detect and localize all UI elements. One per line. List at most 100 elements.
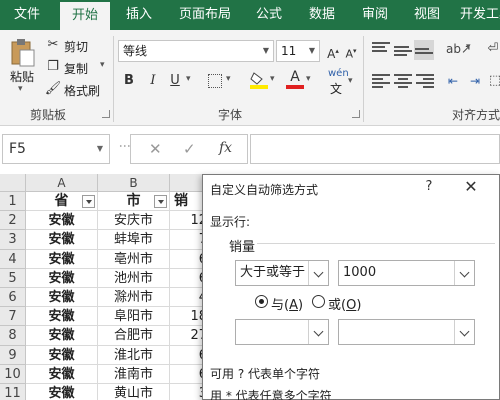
filter-dropdown-icon[interactable] — [82, 195, 95, 208]
column-header-a[interactable]: A — [26, 174, 98, 192]
row-header[interactable]: 5 — [0, 268, 26, 288]
font-color-icon[interactable]: A — [286, 70, 304, 90]
cell-province[interactable]: 安徽 — [26, 345, 98, 365]
row-header[interactable]: 2 — [0, 211, 26, 231]
and-radio-label[interactable]: 与(A) — [271, 294, 303, 313]
italic-button[interactable]: I — [144, 72, 162, 90]
fill-dropdown-icon[interactable]: ▾ — [270, 74, 275, 84]
border-icon[interactable] — [208, 74, 222, 88]
cell-city[interactable]: 淮南市 — [98, 364, 170, 384]
filter-dropdown-icon[interactable] — [154, 195, 167, 208]
phonetic-wen-label: wén — [328, 68, 349, 79]
cell-province[interactable]: 安徽 — [26, 307, 98, 327]
decrease-indent-icon[interactable]: ⇤ — [444, 72, 462, 90]
wrap-text-icon[interactable]: ⏎ — [484, 40, 500, 58]
cancel-icon[interactable]: ✕ — [149, 140, 162, 158]
grow-font-icon[interactable]: A▴ — [324, 42, 342, 61]
font-name-select[interactable]: 等线 ▼ — [118, 40, 274, 62]
phonetic-icon[interactable]: 文 — [330, 80, 342, 97]
cell-city[interactable]: 蚌埠市 — [98, 230, 170, 250]
row-header[interactable]: 1 — [0, 192, 26, 212]
cell-city[interactable]: 安庆市 — [98, 211, 170, 231]
cell-province[interactable]: 安徽 — [26, 211, 98, 231]
or-radio-label[interactable]: 或(O) — [328, 294, 361, 313]
cell-province[interactable]: 安徽 — [26, 364, 98, 384]
clipboard-launcher-icon[interactable] — [102, 110, 110, 118]
cell-province[interactable]: 安徽 — [26, 230, 98, 250]
font-color-dropdown-icon[interactable]: ▾ — [306, 74, 311, 84]
fill-color-icon[interactable] — [250, 70, 268, 90]
cell-city[interactable]: 合肥市 — [98, 326, 170, 346]
merge-center-icon[interactable]: ⬚ — [486, 72, 500, 90]
row-header[interactable]: 11 — [0, 384, 26, 400]
border-dropdown-icon[interactable]: ▾ — [226, 74, 231, 84]
align-left-icon[interactable] — [372, 74, 390, 88]
copy-dropdown-icon[interactable]: ▾ — [100, 60, 105, 70]
cell-province[interactable]: 安徽 — [26, 326, 98, 346]
bold-button[interactable]: B — [120, 72, 138, 90]
cell-city[interactable]: 淮北市 — [98, 345, 170, 365]
help-button[interactable]: ? — [421, 179, 437, 194]
top-align-icon[interactable] — [372, 42, 390, 56]
paste-icon[interactable] — [10, 38, 36, 68]
row-header[interactable]: 9 — [0, 345, 26, 365]
row-header[interactable]: 10 — [0, 364, 26, 384]
row-header[interactable]: 8 — [0, 326, 26, 346]
cell-province[interactable]: 安徽 — [26, 268, 98, 288]
row-header[interactable]: 7 — [0, 307, 26, 327]
row-header[interactable]: 3 — [0, 230, 26, 250]
enter-icon[interactable]: ✓ — [183, 140, 196, 158]
font-launcher-icon[interactable] — [352, 110, 360, 118]
select-all-corner[interactable] — [0, 174, 26, 192]
tab-review[interactable]: 审阅 — [352, 0, 398, 30]
tab-data[interactable]: 数据 — [298, 0, 346, 30]
row-header[interactable]: 6 — [0, 288, 26, 308]
paste-dropdown-icon[interactable]: ▾ — [18, 84, 23, 94]
cell-province[interactable]: 安徽 — [26, 288, 98, 308]
paste-button[interactable]: 粘贴 — [10, 68, 34, 85]
tab-insert[interactable]: 插入 — [114, 0, 164, 30]
operator2-select[interactable] — [235, 319, 329, 345]
header-cell-city[interactable]: 市 — [98, 192, 170, 212]
phonetic-dropdown-icon[interactable]: ▾ — [348, 76, 353, 86]
cell-city[interactable]: 阜阳市 — [98, 307, 170, 327]
cut-button[interactable]: 剪切 — [64, 38, 88, 55]
cell-city[interactable]: 亳州市 — [98, 249, 170, 269]
increase-indent-icon[interactable]: ⇥ — [466, 72, 484, 90]
and-radio[interactable] — [255, 295, 268, 308]
cell-province[interactable]: 安徽 — [26, 384, 98, 400]
copy-button[interactable]: 复制 — [64, 60, 88, 77]
tab-home[interactable]: 开始 — [60, 2, 110, 32]
tab-formulas[interactable]: 公式 — [246, 0, 292, 30]
align-center-icon[interactable] — [394, 74, 412, 88]
underline-button[interactable]: U — [166, 72, 184, 90]
insert-function-button[interactable]: fx — [219, 140, 232, 156]
close-icon[interactable]: ✕ — [461, 177, 481, 196]
orientation-icon[interactable]: ab↗ — [446, 40, 471, 58]
bottom-align-icon[interactable] — [414, 40, 434, 60]
cell-city[interactable]: 黄山市 — [98, 384, 170, 400]
tab-view[interactable]: 视图 — [404, 0, 450, 30]
tab-page-layout[interactable]: 页面布局 — [170, 0, 240, 30]
shrink-font-icon[interactable]: A▾ — [342, 42, 360, 61]
cell-city[interactable]: 池州市 — [98, 268, 170, 288]
cell-province[interactable]: 安徽 — [26, 249, 98, 269]
tab-developer[interactable]: 开发工具 — [456, 0, 500, 30]
or-radio[interactable] — [312, 295, 325, 308]
row-header[interactable]: 4 — [0, 249, 26, 269]
value2-combobox[interactable] — [338, 319, 475, 345]
tab-file[interactable]: 文件 — [0, 0, 54, 30]
font-size-select[interactable]: 11 ▼ — [276, 40, 320, 62]
format-painter-button[interactable]: 格式刷 — [64, 82, 100, 99]
underline-dropdown-icon[interactable]: ▾ — [186, 74, 191, 84]
cell-city[interactable]: 滁州市 — [98, 288, 170, 308]
header-cell-province[interactable]: 省 — [26, 192, 98, 212]
orientation-dropdown-icon[interactable]: ▾ — [466, 42, 471, 52]
value1-combobox[interactable]: 1000 — [338, 260, 475, 286]
formula-input[interactable] — [250, 134, 500, 164]
middle-align-icon[interactable] — [394, 46, 412, 60]
name-box[interactable]: F5 ▼ — [2, 134, 110, 164]
column-header-b[interactable]: B — [98, 174, 170, 192]
align-right-icon[interactable] — [416, 74, 434, 88]
operator1-select[interactable]: 大于或等于 — [235, 260, 329, 286]
